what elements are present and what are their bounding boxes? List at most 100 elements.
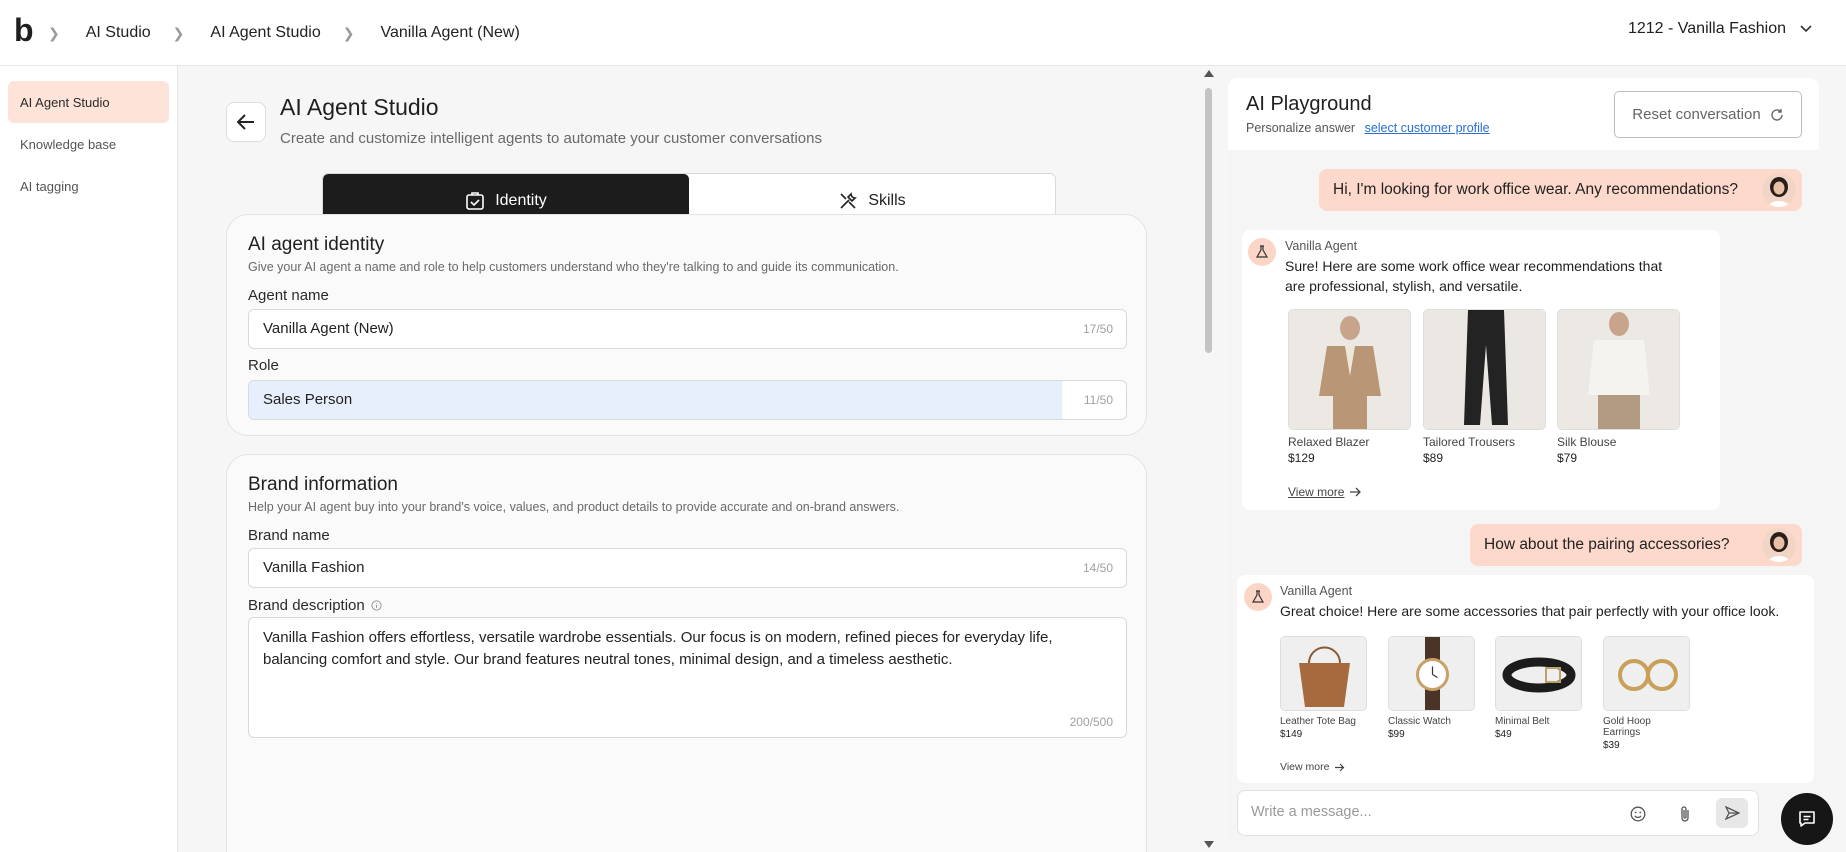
product-card[interactable]: Classic Watch $99 <box>1388 636 1475 740</box>
agent-message: Vanilla Agent Great choice! Here are som… <box>1237 575 1814 783</box>
product-price: $79 <box>1557 451 1578 465</box>
agent-name-value: Vanilla Agent (New) <box>263 320 394 337</box>
brand-name-field[interactable]: Vanilla Fashion 14/50 <box>248 548 1127 588</box>
view-more-link[interactable]: View more <box>1280 761 1345 773</box>
brand-logo[interactable]: b <box>14 12 34 49</box>
emoji-icon[interactable] <box>1630 806 1646 822</box>
product-price: $99 <box>1388 729 1405 740</box>
brand-information-card: Brand information Help your AI agent buy… <box>226 454 1147 852</box>
char-counter: 14/50 <box>1082 561 1113 575</box>
chat-fab-button[interactable] <box>1781 793 1833 845</box>
product-image <box>1423 309 1546 430</box>
refresh-icon <box>1771 108 1783 121</box>
reset-label: Reset conversation <box>1632 106 1761 123</box>
product-card[interactable]: Silk Blouse $79 <box>1557 309 1680 465</box>
section-description: Give your AI agent a name and role to he… <box>248 260 899 274</box>
send-button[interactable] <box>1716 798 1748 828</box>
product-name: Leather Tote Bag <box>1280 716 1356 727</box>
sidebar-item-knowledge-base[interactable]: Knowledge base <box>8 123 169 165</box>
scroll-down-arrow-icon[interactable] <box>1204 841 1214 848</box>
brand-description-field[interactable]: Vanilla Fashion offers effortless, versa… <box>248 617 1127 738</box>
product-card[interactable]: Relaxed Blazer $129 <box>1288 309 1411 465</box>
agent-message: Vanilla Agent Sure! Here are some work o… <box>1242 230 1720 510</box>
page-title: AI Agent Studio <box>280 94 439 120</box>
role-field[interactable]: Sales Person 11/50 <box>248 380 1127 420</box>
playground-title: AI Playground <box>1246 93 1372 115</box>
chevron-down-icon <box>1800 25 1812 33</box>
sidebar-item-ai-agent-studio[interactable]: AI Agent Studio <box>8 81 169 123</box>
product-card[interactable]: Minimal Belt $49 <box>1495 636 1582 740</box>
view-more-label: View more <box>1280 761 1330 773</box>
message-text: Sure! Here are some work office wear rec… <box>1285 258 1663 294</box>
ai-playground-panel: AI Playground Personalize answer select … <box>1228 78 1819 852</box>
product-image <box>1557 309 1680 430</box>
product-image <box>1280 636 1367 711</box>
product-price: $89 <box>1423 451 1444 465</box>
paperclip-icon[interactable] <box>1678 805 1692 823</box>
product-name: Silk Blouse <box>1557 435 1617 449</box>
product-price: $39 <box>1603 740 1620 751</box>
sidebar-item-label: AI tagging <box>20 178 79 194</box>
chevron-right-icon: ❯ <box>342 24 355 41</box>
brand-name-label: Brand name <box>248 527 330 544</box>
product-price: $149 <box>1280 729 1303 740</box>
message-composer[interactable]: Write a message... <box>1237 790 1759 836</box>
scroll-up-arrow-icon[interactable] <box>1204 70 1214 77</box>
sidebar-item-label: Knowledge base <box>20 136 117 152</box>
role-value: Sales Person <box>263 391 353 408</box>
breadcrumb-ai-studio[interactable]: AI Studio <box>86 24 151 42</box>
product-name: Minimal Belt <box>1495 716 1550 727</box>
agent-name: Vanilla Agent <box>1280 584 1353 598</box>
brand-description-label-text: Brand description <box>248 597 365 614</box>
message-text: How about the pairing accessories? <box>1484 536 1730 553</box>
sidebar-item-ai-tagging[interactable]: AI tagging <box>8 165 169 207</box>
message-text: Hi, I'm looking for work office wear. An… <box>1333 181 1738 198</box>
agent-name-field[interactable]: Vanilla Agent (New) 17/50 <box>248 309 1127 349</box>
tools-icon <box>840 192 858 209</box>
brand-description-value: Vanilla Fashion offers effortless, versa… <box>263 629 1053 668</box>
personalize-row: Personalize answer select customer profi… <box>1246 121 1490 135</box>
brand-description-label: Brand description <box>248 597 382 614</box>
chevron-right-icon: ❯ <box>172 24 185 41</box>
product-name: Relaxed Blazer <box>1288 435 1370 449</box>
main-content: AI Agent Studio Create and customize int… <box>179 66 1201 852</box>
store-selector-label: 1212 - Vanilla Fashion <box>1627 20 1786 37</box>
char-counter: 17/50 <box>1082 322 1113 336</box>
tab-label: Identity <box>495 192 547 209</box>
top-bar: b ❯ AI Studio ❯ AI Agent Studio ❯ Vanill… <box>0 0 1846 66</box>
playground-header: AI Playground Personalize answer select … <box>1228 78 1819 150</box>
section-title: AI agent identity <box>248 234 385 255</box>
product-card[interactable]: Leather Tote Bag $149 <box>1280 636 1367 740</box>
view-more-link[interactable]: View more <box>1288 485 1362 499</box>
send-icon <box>1724 806 1740 820</box>
char-counter: 200/500 <box>1069 715 1113 729</box>
flask-icon <box>1244 583 1272 611</box>
select-customer-profile-link[interactable]: select customer profile <box>1365 121 1490 135</box>
back-button[interactable] <box>226 102 266 142</box>
main-scrollbar[interactable] <box>1201 66 1216 852</box>
flask-icon <box>1248 238 1276 266</box>
chevron-right-icon: ❯ <box>48 24 60 41</box>
section-description: Help your AI agent buy into your brand's… <box>248 500 900 514</box>
user-message: Hi, I'm looking for work office wear. An… <box>1319 169 1802 211</box>
breadcrumb-ai-agent-studio[interactable]: AI Agent Studio <box>210 24 320 42</box>
product-name: Classic Watch <box>1388 716 1451 727</box>
agent-name: Vanilla Agent <box>1285 239 1358 253</box>
section-title: Brand information <box>248 474 398 495</box>
message-text: Great choice! Here are some accessories … <box>1280 603 1780 619</box>
store-selector[interactable]: 1212 - Vanilla Fashion <box>1628 20 1812 38</box>
product-card[interactable]: Tailored Trousers $89 <box>1423 309 1546 465</box>
breadcrumb-current: Vanilla Agent (New) <box>380 24 520 41</box>
page-subtitle: Create and customize intelligent agents … <box>280 130 822 147</box>
product-image <box>1288 309 1411 430</box>
scrollbar-thumb[interactable] <box>1205 88 1212 353</box>
chat-bubble-icon <box>1799 811 1815 827</box>
user-message: How about the pairing accessories? <box>1470 524 1802 566</box>
reset-conversation-button[interactable]: Reset conversation <box>1614 91 1802 138</box>
product-card[interactable]: Gold Hoop Earrings $39 <box>1603 636 1690 751</box>
product-price: $49 <box>1495 729 1512 740</box>
id-badge-icon <box>466 192 485 210</box>
product-image <box>1495 636 1582 711</box>
avatar <box>1762 173 1796 207</box>
info-icon[interactable] <box>371 600 382 611</box>
